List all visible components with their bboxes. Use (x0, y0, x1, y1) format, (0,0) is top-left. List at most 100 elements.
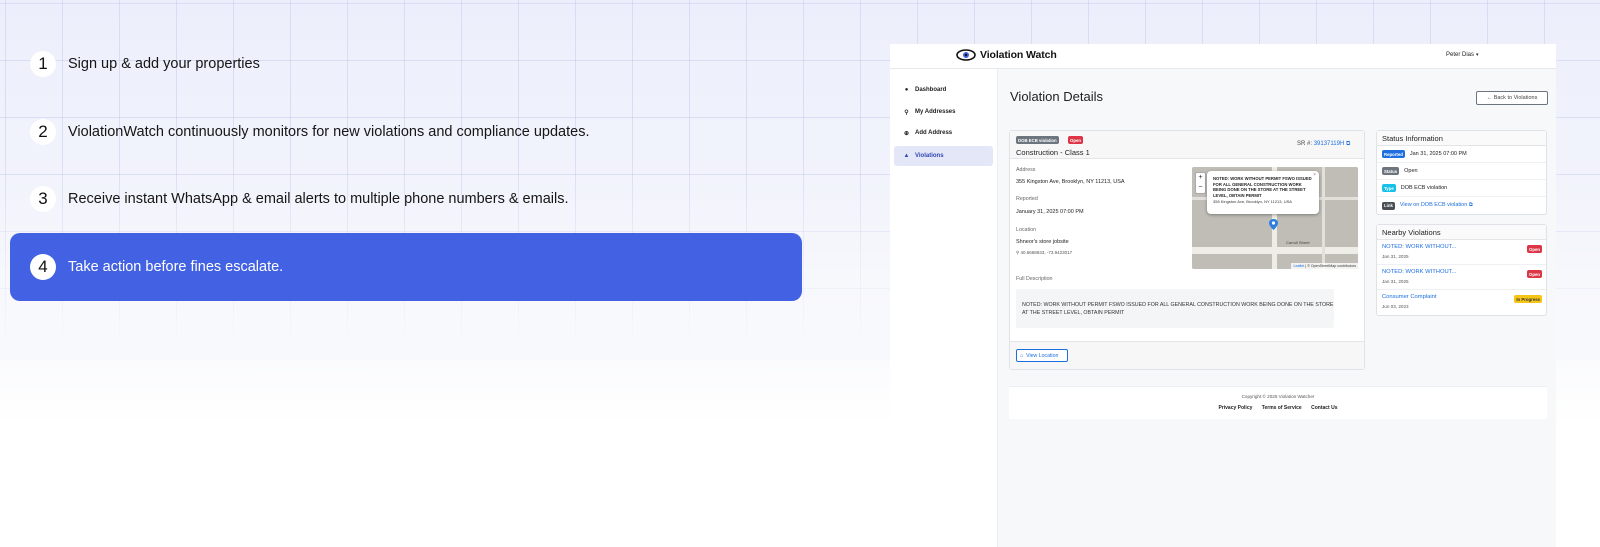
contact-us-link[interactable]: Contact Us (1311, 405, 1337, 411)
zoom-out-button[interactable]: − (1196, 183, 1205, 193)
step-3[interactable]: 3 Receive instant WhatsApp & email alert… (10, 165, 802, 233)
step-number: 4 (30, 254, 56, 280)
status-value: Open (1404, 168, 1418, 174)
user-menu[interactable]: Peter Dias ▾ (1446, 52, 1479, 58)
map-zoom-control: + − (1195, 172, 1206, 194)
user-name: Peter Dias (1446, 52, 1475, 58)
reported-value: January 31, 2025 07:00 PM (1016, 209, 1084, 215)
sr-link[interactable]: 39137119H (1314, 141, 1345, 147)
popup-title: NOTED: WORK WITHOUT PERMIT FSWO ISSUED F… (1213, 176, 1312, 198)
brand-name: Violation Watch (980, 49, 1057, 61)
full-description-label: Full Description (1016, 276, 1053, 282)
map-pin-icon: ⚲ (904, 109, 909, 116)
nearby-violation-title[interactable]: Consumer Complaint (1382, 294, 1436, 300)
link-badge: Link (1382, 201, 1395, 210)
violation-title: Construction - Class 1 (1016, 148, 1090, 157)
step-text: Sign up & add your properties (68, 56, 260, 72)
step-4-active[interactable]: 4 Take action before fines escalate. (10, 233, 802, 301)
step-1[interactable]: 1 Sign up & add your properties (10, 30, 802, 98)
status-information-card: Status Information Reported Jan 31, 2025… (1376, 130, 1547, 215)
sidebar-item-add-address[interactable]: ⊕ Add Address (894, 123, 993, 143)
map-popup: × NOTED: WORK WITHOUT PERMIT FSWO ISSUED… (1207, 171, 1319, 214)
step-text: ViolationWatch continuously monitors for… (68, 124, 590, 140)
nearby-violations-card: Nearby Violations NOTED: WORK WITHOUT...… (1376, 224, 1547, 316)
address-value: 355 Kingston Ave, Brooklyn, NY 11213, US… (1016, 179, 1125, 185)
sidebar-item-dashboard[interactable]: ● Dashboard (894, 80, 993, 100)
map-street (1322, 167, 1325, 269)
footer-links: Privacy Policy Terms of Service Contact … (1009, 405, 1547, 411)
attribution-text: | © OpenStreetMap contributors (1304, 264, 1356, 268)
status-row-link: Link View on DOB ECB violation ⧉ (1377, 197, 1546, 214)
terms-of-service-link[interactable]: Terms of Service (1262, 405, 1302, 411)
status-badge: Open (1068, 136, 1083, 144)
step-number: 1 (30, 51, 56, 77)
top-navbar: Violation Watch Peter Dias ▾ (890, 44, 1556, 69)
nearby-violation-item[interactable]: NOTED: WORK WITHOUT... Jan 31, 2025 Open (1377, 240, 1546, 265)
nearby-violation-item[interactable]: NOTED: WORK WITHOUT... Jan 31, 2025 Open (1377, 265, 1546, 290)
nearby-violation-title[interactable]: NOTED: WORK WITHOUT... (1382, 244, 1456, 250)
sidebar-item-label: My Addresses (915, 109, 956, 115)
sidebar: ● Dashboard ⚲ My Addresses ⊕ Add Address… (890, 69, 998, 547)
violation-card-header: DOB ECB violation Open Construction - Cl… (1010, 131, 1364, 159)
nearby-violations-title: Nearby Violations (1377, 225, 1546, 240)
coordinates: ⚲ 40.6668843, -73.9423017 (1016, 250, 1072, 256)
popup-address: 355 Kingston Ave, Brooklyn, NY 11213, US… (1213, 199, 1292, 204)
status-badge: In Progress (1514, 295, 1542, 303)
close-icon[interactable]: × (1313, 172, 1316, 178)
step-text: Receive instant WhatsApp & email alerts … (68, 191, 569, 207)
street-label: Carroll Street (1286, 240, 1310, 245)
status-row-type: Type DOB ECB violation (1377, 180, 1546, 197)
plus-circle-icon: ⊕ (903, 130, 910, 137)
map-attribution: Leaflet | © OpenStreetMap contributors (1291, 263, 1358, 269)
page-footer: Copyright © 2025 Violation Watcher Priva… (1009, 386, 1547, 419)
location-name: Shneor's store jobsite (1016, 239, 1069, 245)
status-badge: Open (1527, 270, 1542, 278)
sidebar-item-label: Violations (915, 153, 944, 159)
status-badge: Status (1382, 167, 1400, 175)
violation-card-footer: ⌂ View Location (1010, 341, 1364, 369)
step-number: 3 (30, 186, 56, 212)
back-to-violations-button[interactable]: ← Back to Violations (1476, 91, 1548, 105)
warning-icon: ▲ (903, 153, 910, 159)
location-map[interactable]: Carroll Street + − × NOTED: WORK WITHOUT… (1192, 167, 1358, 269)
leaflet-link[interactable]: Leaflet (1293, 264, 1304, 268)
nearby-violation-title[interactable]: NOTED: WORK WITHOUT... (1382, 269, 1456, 275)
privacy-policy-link[interactable]: Privacy Policy (1218, 405, 1252, 411)
step-number: 2 (30, 119, 56, 145)
sr-number: SR #: 39137119H ⧉ (1297, 141, 1350, 148)
type-value: DOB ECB violation (1400, 185, 1448, 191)
type-badge: DOB ECB violation (1016, 136, 1059, 144)
sidebar-item-label: Dashboard (915, 87, 947, 93)
step-text: Take action before fines escalate. (68, 259, 284, 275)
map-marker-icon[interactable] (1269, 219, 1278, 230)
view-location-label: View Location (1026, 352, 1059, 359)
status-row-reported: Reported Jan 31, 2025 07:00 PM (1377, 146, 1546, 163)
chevron-down-icon: ▾ (1476, 52, 1479, 58)
reported-value: Jan 31, 2025 07:00 PM (1409, 151, 1467, 157)
status-row-status: Status Open (1377, 163, 1546, 180)
full-description: NOTED: WORK WITHOUT PERMIT FSWO ISSUED F… (1016, 289, 1334, 328)
dob-link[interactable]: View on DOB ECB violation ⧉ (1400, 202, 1473, 209)
dashboard-icon: ● (904, 87, 909, 93)
copyright: Copyright © 2025 Violation Watcher (1241, 394, 1315, 399)
eye-logo-icon (956, 49, 976, 61)
external-link-icon[interactable]: ⧉ (1346, 141, 1350, 147)
home-icon: ⌂ (1020, 352, 1024, 359)
sidebar-item-violations[interactable]: ▲ Violations (894, 146, 993, 166)
sidebar-item-label: Add Address (915, 130, 953, 136)
zoom-in-button[interactable]: + (1196, 173, 1205, 183)
app-screenshot: Violation Watch Peter Dias ▾ ● Dashboard … (890, 44, 1556, 547)
sr-label: SR #: (1297, 141, 1313, 147)
page-title: Violation Details (1010, 89, 1103, 104)
nearby-violation-date: Jan 31, 2025 (1382, 254, 1409, 259)
type-badge: Type (1382, 184, 1396, 192)
reported-label: Reported (1016, 196, 1038, 202)
nearby-violation-item[interactable]: Consumer Complaint Jun 03, 2023 In Progr… (1377, 290, 1546, 315)
brand-logo[interactable]: Violation Watch (956, 49, 1057, 61)
location-label: Location (1016, 227, 1037, 233)
nearby-violation-date: Jan 31, 2025 (1382, 279, 1409, 284)
step-2[interactable]: 2 ViolationWatch continuously monitors f… (10, 98, 802, 166)
sidebar-item-my-addresses[interactable]: ⚲ My Addresses (894, 102, 993, 122)
view-location-button[interactable]: ⌂ View Location (1016, 349, 1068, 362)
address-label: Address (1016, 167, 1036, 173)
